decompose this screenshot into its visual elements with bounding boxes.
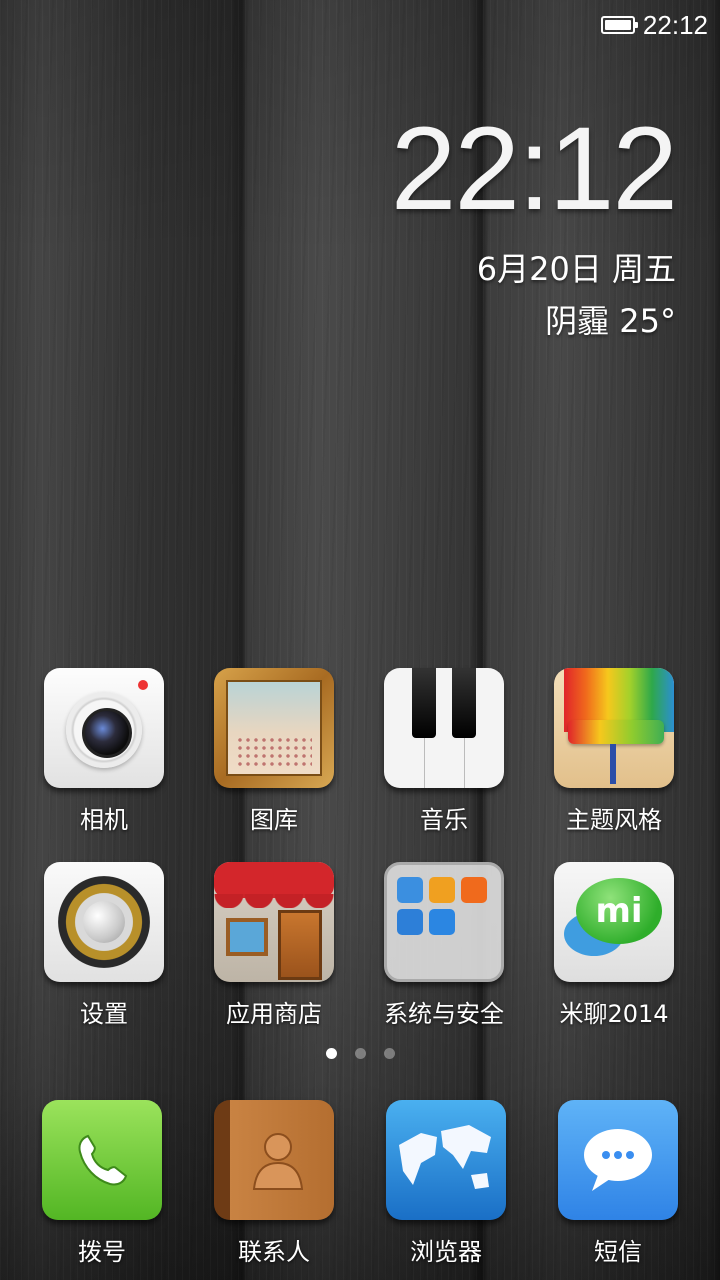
status-time: 22:12 — [642, 9, 708, 40]
app-label: 音乐 — [420, 806, 468, 834]
system-security-folder-icon — [384, 862, 504, 982]
clock-widget[interactable]: 22:12 6月20日 周五 阴霾 25° — [390, 103, 678, 342]
browser-icon — [386, 1100, 506, 1220]
clock-time: 22:12 — [390, 103, 678, 235]
app-settings[interactable]: 设置 — [19, 862, 189, 1029]
app-store-icon — [214, 862, 334, 982]
app-label: 米聊2014 — [559, 1000, 669, 1028]
dock-browser[interactable]: 浏览器 — [361, 1100, 531, 1267]
folder-system-security[interactable]: 系统与安全 — [359, 862, 529, 1029]
app-camera[interactable]: 相机 — [19, 668, 189, 835]
clock-date: 6月20日 周五 — [476, 250, 676, 288]
app-label: 相机 — [80, 806, 128, 834]
contacts-icon — [214, 1100, 334, 1220]
mitalk-logo: mi — [576, 878, 662, 944]
app-label: 联系人 — [238, 1238, 310, 1266]
cloud-icon — [397, 877, 423, 903]
weather-info: 阴霾 25° — [545, 302, 676, 340]
app-label: 应用商店 — [226, 1000, 322, 1028]
app-label: 拨号 — [78, 1238, 126, 1266]
mitalk-icon: mi — [554, 862, 674, 982]
app-label: 系统与安全 — [384, 1000, 504, 1028]
app-label: 图库 — [250, 806, 298, 834]
page-dot — [383, 1048, 395, 1059]
app-theme[interactable]: 主题风格 — [529, 668, 699, 835]
camera-icon — [44, 668, 164, 788]
app-gallery[interactable]: 图库 — [189, 668, 359, 835]
app-mitalk[interactable]: mi 米聊2014 — [529, 862, 699, 1029]
app-label: 短信 — [594, 1238, 642, 1266]
settings-icon — [44, 862, 164, 982]
dock-sms[interactable]: 短信 — [533, 1100, 703, 1267]
search-icon — [397, 909, 423, 935]
dock-phone[interactable]: 拨号 — [17, 1100, 187, 1267]
page-dot-active — [325, 1048, 337, 1059]
page-indicator[interactable] — [0, 1048, 720, 1059]
app-label: 主题风格 — [566, 806, 662, 834]
theme-icon — [554, 668, 674, 788]
play-icon — [429, 909, 455, 935]
app-music[interactable]: 音乐 — [359, 668, 529, 835]
mi-icon — [429, 877, 455, 903]
gallery-icon — [214, 668, 334, 788]
app-label: 设置 — [80, 1000, 128, 1028]
phone-icon — [42, 1100, 162, 1220]
battery-icon — [600, 16, 638, 34]
sms-icon — [558, 1100, 678, 1220]
music-icon — [384, 668, 504, 788]
dock-contacts[interactable]: 联系人 — [189, 1100, 359, 1267]
page-dot — [354, 1048, 366, 1059]
mi-icon — [461, 877, 487, 903]
app-store[interactable]: 应用商店 — [189, 862, 359, 1029]
status-bar: 22:12 — [0, 0, 720, 50]
app-label: 浏览器 — [410, 1238, 482, 1266]
